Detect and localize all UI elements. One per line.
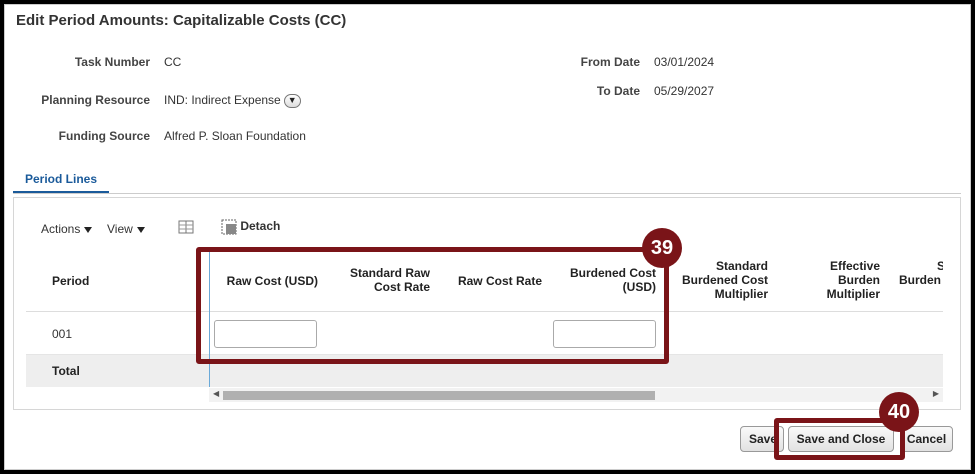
task-number-value: CC xyxy=(164,55,182,69)
header-line: Multiplier xyxy=(714,287,768,301)
planning-resource-value: IND: Indirect Expense ▼ xyxy=(164,93,301,108)
detach-label: Detach xyxy=(240,219,281,234)
column-header-effective-burden-multiplier[interactable]: Effective Burden Multiplier xyxy=(780,259,880,301)
funding-source-value: Alfred P. Sloan Foundation xyxy=(164,129,306,143)
column-header-period[interactable]: Period xyxy=(52,274,89,288)
chevron-down-icon xyxy=(84,226,93,233)
to-date-value: 05/29/2027 xyxy=(654,84,715,98)
column-header-standard-burdened-cost-multiplier[interactable]: Standard Burdened Cost Multiplier xyxy=(664,259,768,301)
to-date-label: To Date xyxy=(596,84,640,98)
header-line: Burdened Cost xyxy=(681,273,768,287)
tab-divider xyxy=(13,193,961,194)
column-header-standard-burden-truncated[interactable]: S Burden xyxy=(895,259,943,287)
actions-menu[interactable]: Actions xyxy=(41,222,93,236)
planning-resource-label: Planning Resource xyxy=(41,93,150,107)
header-line: S xyxy=(937,259,943,273)
task-number-label: Task Number xyxy=(74,55,150,69)
from-date-value: 03/01/2024 xyxy=(654,55,715,69)
page-title: Edit Period Amounts: Capitalizable Costs… xyxy=(16,12,347,29)
scroll-right-icon[interactable]: ▶ xyxy=(933,389,939,398)
callout-highlight-39 xyxy=(196,247,669,364)
view-menu[interactable]: View xyxy=(107,222,145,236)
header-line: Standard xyxy=(715,259,768,273)
actions-menu-label: Actions xyxy=(41,222,81,236)
chevron-down-icon xyxy=(136,226,145,233)
scroll-left-icon[interactable]: ◀ xyxy=(213,389,219,398)
freeze-icon[interactable] xyxy=(178,219,194,238)
planning-resource-text: IND: Indirect Expense xyxy=(164,93,281,107)
detach-button[interactable]: Detach xyxy=(221,219,280,235)
period-cell: 001 xyxy=(52,327,73,341)
tab-period-lines[interactable]: Period Lines xyxy=(13,164,109,194)
scrollbar-thumb[interactable] xyxy=(223,391,655,400)
header-line: Burden xyxy=(838,273,880,287)
chevron-down-icon[interactable]: ▼ xyxy=(283,93,301,108)
detach-icon xyxy=(221,219,237,235)
view-menu-label: View xyxy=(107,222,133,236)
funding-source-label: Funding Source xyxy=(58,129,150,143)
header-line: Multiplier xyxy=(826,287,880,301)
total-label: Total xyxy=(52,364,80,378)
callout-badge-39: 39 xyxy=(642,228,682,268)
horizontal-scrollbar[interactable]: ◀ ▶ xyxy=(209,388,943,402)
from-date-label: From Date xyxy=(580,55,640,69)
header-line: Burden xyxy=(899,273,941,287)
callout-badge-40: 40 xyxy=(879,392,919,432)
header-line: Effective xyxy=(829,259,880,273)
